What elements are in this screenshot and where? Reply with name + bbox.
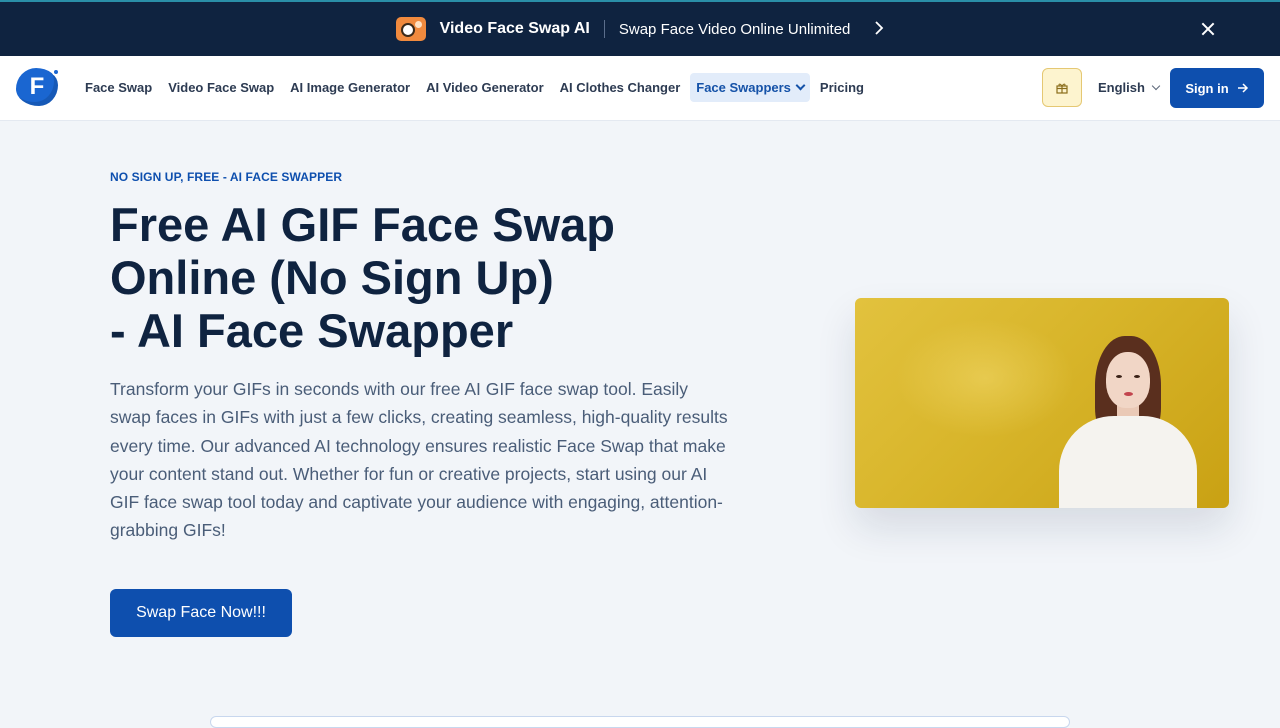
sign-in-label: Sign in: [1185, 80, 1229, 96]
arrow-right-icon: [1237, 83, 1248, 93]
promo-divider: [603, 20, 605, 38]
white-sweater: [1059, 416, 1197, 508]
nav-link-ai-video-generator[interactable]: AI Video Generator: [420, 73, 550, 102]
hero-image: [855, 298, 1229, 508]
nav-link-face-swap[interactable]: Face Swap: [79, 73, 158, 102]
nav-dropdown-face-swappers[interactable]: Face Swappers: [690, 73, 810, 102]
next-section-card: [210, 716, 1070, 728]
logo-dot: [52, 68, 60, 76]
video-face-swap-logo-icon: [395, 17, 426, 41]
nav-dropdown-label: Face Swappers: [696, 80, 791, 95]
gift-button[interactable]: [1042, 68, 1082, 107]
nav-links: Face Swap Video Face Swap AI Image Gener…: [79, 73, 870, 102]
nav-link-pricing[interactable]: Pricing: [814, 73, 870, 102]
gift-icon: [1056, 83, 1068, 94]
right-eye: [1134, 375, 1140, 378]
woman-portrait: [1045, 336, 1197, 508]
lips: [1124, 392, 1133, 396]
title-line-3: - AI Face Swapper: [110, 304, 514, 357]
main-navigation: F Face Swap Video Face Swap AI Image Gen…: [0, 56, 1280, 121]
promo-banner[interactable]: Video Face Swap AI Swap Face Video Onlin…: [0, 0, 1280, 56]
chevron-right-icon[interactable]: [874, 20, 884, 39]
face: [1106, 352, 1150, 408]
chevron-down-icon: [795, 80, 806, 91]
left-eye: [1116, 375, 1122, 378]
language-selector[interactable]: English: [1098, 80, 1161, 95]
chevron-down-icon: [1151, 81, 1161, 90]
promo-content[interactable]: Video Face Swap AI Swap Face Video Onlin…: [395, 17, 885, 41]
sign-in-button[interactable]: Sign in: [1170, 68, 1264, 108]
brand-logo[interactable]: F: [16, 68, 60, 108]
swap-face-now-button[interactable]: Swap Face Now!!!: [110, 589, 292, 637]
promo-title: Video Face Swap AI: [439, 20, 590, 37]
nav-link-ai-clothes-changer[interactable]: AI Clothes Changer: [554, 73, 687, 102]
promo-subtitle: Swap Face Video Online Unlimited: [618, 20, 851, 38]
nav-link-video-face-swap[interactable]: Video Face Swap: [162, 73, 280, 102]
nav-link-ai-image-generator[interactable]: AI Image Generator: [284, 73, 416, 102]
page-title: Free AI GIF Face Swap Online (No Sign Up…: [110, 198, 770, 357]
title-line-1: Free AI GIF Face Swap: [110, 198, 615, 251]
close-icon[interactable]: [1198, 19, 1218, 39]
language-label: English: [1098, 80, 1145, 95]
hero-eyebrow: NO SIGN UP, FREE - AI FACE SWAPPER: [110, 170, 343, 184]
hero-description: Transform your GIFs in seconds with our …: [110, 379, 728, 541]
title-line-2: Online (No Sign Up): [110, 251, 554, 304]
